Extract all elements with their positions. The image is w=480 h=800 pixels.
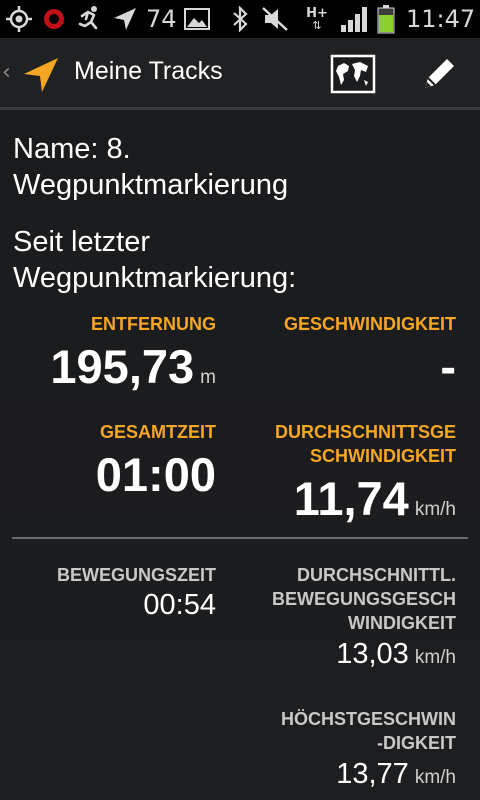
total-time-label: GESAMTZEIT <box>100 422 216 442</box>
max-speed-label: HÖCHSTGESCHWIN -DIGKEIT <box>236 707 456 755</box>
map-icon <box>330 54 376 94</box>
average-moving-speed-label-line-3: WINDIGKEIT <box>348 613 456 633</box>
navigation-icon <box>110 0 140 38</box>
average-moving-speed-number: 13,03 <box>336 638 409 670</box>
name-line-2: Wegpunktmarkierung <box>13 169 289 201</box>
moving-time-label: BEWEGUNGSZEIT <box>56 565 216 585</box>
record-icon <box>40 0 68 38</box>
total-time-value: 01:00 <box>95 448 216 501</box>
battery-percent-text: 74 <box>146 5 177 33</box>
max-speed-label-line-1: HÖCHSTGESCHWIN <box>281 709 456 729</box>
average-moving-speed-label: DURCHSCHNITTL. BEWEGUNGSGESCH WINDIGKEIT <box>236 563 456 635</box>
speed-label: GESCHWINDIGKEIT <box>283 314 456 334</box>
status-bar: 74 H+ ⇅ 11:47 <box>0 0 480 38</box>
average-speed-value: 11,74 km/h <box>294 471 456 526</box>
max-speed-unit: km/h <box>414 767 456 788</box>
section-divider <box>12 537 468 539</box>
pencil-icon <box>425 59 454 88</box>
distance-label: ENTFERNUNG <box>91 314 216 334</box>
average-moving-speed-label-line-1: DURCHSCHNITTL. <box>297 565 456 585</box>
bluetooth-icon <box>228 0 252 38</box>
average-speed-label-line-2: SCHWINDIGKEIT <box>310 446 456 466</box>
max-speed-label-line-2: -DIGKEIT <box>377 733 456 753</box>
waypoint-name: Name: 8. Wegpunktmarkierung <box>13 131 453 203</box>
app-logo-arrow-icon[interactable] <box>20 54 62 96</box>
map-view-button[interactable] <box>328 50 378 98</box>
since-line-2: Wegpunktmarkierung: <box>13 262 297 294</box>
distance-unit: m <box>200 367 216 388</box>
since-line-1: Seit letzter <box>13 226 150 258</box>
mute-icon <box>260 0 290 38</box>
gps-icon <box>4 0 34 38</box>
average-moving-speed-value: 13,03 km/h <box>336 638 456 671</box>
data-hplus-icon: H+ ⇅ <box>306 5 328 32</box>
image-icon <box>182 0 212 38</box>
page-title[interactable]: Meine Tracks <box>74 57 223 86</box>
name-line-1: Name: 8. <box>13 133 131 165</box>
since-last-waypoint-heading: Seit letzter Wegpunktmarkierung: <box>13 224 453 296</box>
average-moving-speed-label-line-2: BEWEGUNGSGESCH <box>271 589 456 609</box>
action-bar: ‹ Meine Tracks <box>0 38 480 110</box>
distance-number: 195,73 <box>50 340 195 393</box>
speed-value: - <box>440 340 456 393</box>
runner-icon <box>72 0 106 38</box>
max-speed-number: 13,77 <box>336 758 409 790</box>
signal-icon <box>338 0 372 38</box>
track-details-panel: Name: 8. Wegpunktmarkierung Seit letzter… <box>0 113 480 800</box>
edit-button[interactable] <box>414 50 464 98</box>
max-speed-value: 13,77 km/h <box>336 758 456 791</box>
average-moving-speed-unit: km/h <box>414 647 456 668</box>
battery-icon <box>374 0 398 38</box>
average-speed-label-line-1: DURCHSCHNITTSGE <box>274 422 456 442</box>
back-chevron-icon[interactable]: ‹ <box>2 60 11 85</box>
average-speed-unit: km/h <box>414 499 456 520</box>
clock-text: 11:47 <box>406 5 476 33</box>
moving-time-value: 00:54 <box>143 589 216 621</box>
distance-value: 195,73 m <box>50 339 216 394</box>
average-speed-number: 11,74 <box>293 472 409 525</box>
average-speed-label: DURCHSCHNITTSGE SCHWINDIGKEIT <box>236 420 456 468</box>
